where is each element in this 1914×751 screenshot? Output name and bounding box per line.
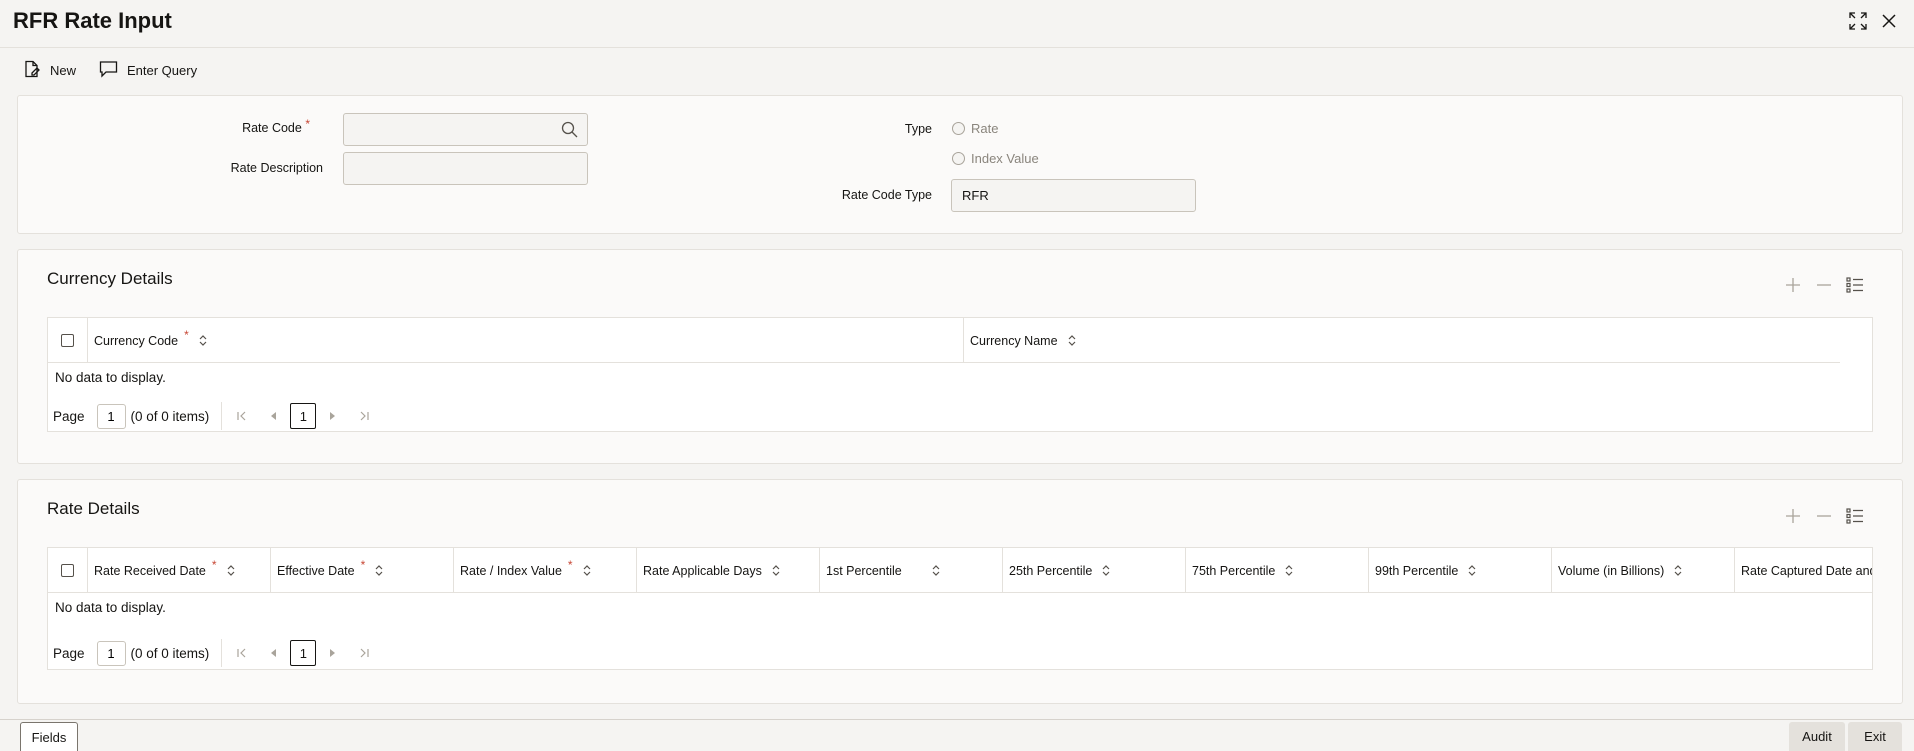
- radio-button-icon: [952, 152, 965, 165]
- rate-code-type-label: Rate Code Type: [841, 188, 932, 202]
- first-page-icon[interactable]: [232, 648, 252, 658]
- previous-page-icon[interactable]: [264, 649, 284, 657]
- sort-icon[interactable]: [1102, 565, 1110, 576]
- new-button[interactable]: New: [23, 60, 76, 81]
- rate-table-header: Rate Received Date * Effective Date * Rate…: [48, 548, 1872, 593]
- column-header-1st-percentile[interactable]: 1st Percentile: [820, 548, 1003, 592]
- page-title: RFR Rate Input: [13, 8, 172, 33]
- enter-query-button[interactable]: Enter Query: [99, 60, 197, 81]
- column-header-rate-index-value[interactable]: Rate / Index Value *: [454, 548, 637, 592]
- column-header-currency-code[interactable]: Currency Code *: [88, 318, 964, 362]
- select-all-cell: [48, 318, 88, 362]
- previous-page-icon[interactable]: [264, 412, 284, 420]
- first-page-icon[interactable]: [232, 411, 252, 421]
- column-header-75th-percentile[interactable]: 75th Percentile: [1186, 548, 1369, 592]
- column-header-99th-percentile[interactable]: 99th Percentile: [1369, 548, 1552, 592]
- column-header-rate-captured-date[interactable]: Rate Captured Date and: [1735, 548, 1872, 592]
- sort-icon[interactable]: [1674, 565, 1682, 576]
- expand-icon[interactable]: [1847, 10, 1869, 32]
- add-row-icon[interactable]: [1783, 506, 1803, 526]
- remove-row-icon[interactable]: [1814, 506, 1834, 526]
- column-header-rate-applicable-days[interactable]: Rate Applicable Days: [637, 548, 820, 592]
- type-radio-rate[interactable]: Rate: [952, 121, 998, 136]
- last-page-icon[interactable]: [354, 411, 374, 421]
- page-number-input[interactable]: [96, 403, 126, 429]
- items-count: (0 of 0 items): [130, 645, 210, 661]
- items-count: (0 of 0 items): [130, 408, 210, 424]
- new-document-icon: [23, 60, 41, 81]
- next-page-icon[interactable]: [322, 649, 342, 657]
- type-radio-index-value-label: Index Value: [971, 151, 1039, 166]
- rate-description-input[interactable]: [343, 152, 588, 185]
- rate-empty-message: No data to display.: [55, 600, 166, 615]
- sort-icon[interactable]: [583, 565, 591, 576]
- currency-table-actions: [1783, 275, 1863, 295]
- sort-icon[interactable]: [375, 565, 383, 576]
- sort-icon[interactable]: [1468, 565, 1476, 576]
- page-label: Page: [53, 645, 85, 661]
- rate-code-type-input[interactable]: [951, 179, 1196, 212]
- type-label: Type: [904, 122, 932, 136]
- rate-description-label: Rate Description: [230, 161, 323, 175]
- currency-empty-message: No data to display.: [55, 370, 166, 385]
- currency-details-title: Currency Details: [47, 269, 173, 288]
- currency-table-header: Currency Code * Currency Name: [48, 318, 1840, 363]
- footer-divider: [0, 719, 1914, 720]
- sort-icon[interactable]: [1285, 565, 1293, 576]
- select-all-checkbox[interactable]: [61, 334, 74, 347]
- column-header-currency-name[interactable]: Currency Name: [964, 318, 1840, 362]
- sort-icon[interactable]: [932, 565, 940, 576]
- current-page-button[interactable]: 1: [290, 640, 317, 666]
- column-header-volume-in-billions[interactable]: Volume (in Billions): [1552, 548, 1735, 592]
- exit-button[interactable]: Exit: [1848, 722, 1902, 751]
- select-all-checkbox[interactable]: [61, 564, 74, 577]
- rate-code-label: Rate Code *: [242, 117, 310, 135]
- sort-icon[interactable]: [227, 565, 235, 576]
- page-label: Page: [53, 408, 85, 424]
- rate-table: Rate Received Date * Effective Date * Rate…: [47, 547, 1873, 670]
- type-radio-index-value[interactable]: Index Value: [952, 151, 1039, 166]
- column-header-25th-percentile[interactable]: 25th Percentile: [1003, 548, 1186, 592]
- close-icon[interactable]: [1878, 10, 1900, 32]
- add-row-icon[interactable]: [1783, 275, 1803, 295]
- next-page-icon[interactable]: [322, 412, 342, 420]
- header-divider: [0, 47, 1914, 48]
- remove-row-icon[interactable]: [1814, 275, 1834, 295]
- sort-icon[interactable]: [199, 335, 207, 346]
- sort-icon[interactable]: [1068, 335, 1076, 346]
- search-icon[interactable]: [561, 121, 578, 143]
- new-button-label: New: [50, 63, 77, 78]
- pager-divider: [221, 639, 223, 667]
- rate-code-field-wrap: [343, 113, 588, 146]
- list-view-icon[interactable]: [1845, 275, 1865, 295]
- column-header-effective-date[interactable]: Effective Date *: [271, 548, 454, 592]
- currency-pagination: Page (0 of 0 items) 1: [53, 402, 374, 430]
- rate-code-input[interactable]: [343, 113, 588, 146]
- rate-details-title: Rate Details: [47, 499, 140, 518]
- select-all-cell: [48, 548, 88, 592]
- radio-button-icon: [952, 122, 965, 135]
- type-radio-rate-label: Rate: [971, 121, 999, 136]
- fields-button[interactable]: Fields: [20, 722, 78, 751]
- audit-button[interactable]: Audit: [1789, 722, 1845, 751]
- sort-icon[interactable]: [772, 565, 780, 576]
- rate-pagination: Page (0 of 0 items) 1: [53, 639, 374, 667]
- rate-table-actions: [1783, 506, 1863, 526]
- comment-icon: [99, 60, 118, 81]
- page-number-input[interactable]: [96, 640, 126, 666]
- last-page-icon[interactable]: [354, 648, 374, 658]
- pager-divider: [221, 402, 223, 430]
- currency-table: Currency Code * Currency Name No data to …: [47, 317, 1873, 432]
- current-page-button[interactable]: 1: [290, 403, 317, 429]
- column-header-rate-received-date[interactable]: Rate Received Date *: [88, 548, 271, 592]
- list-view-icon[interactable]: [1845, 506, 1865, 526]
- enter-query-label: Enter Query: [127, 63, 198, 78]
